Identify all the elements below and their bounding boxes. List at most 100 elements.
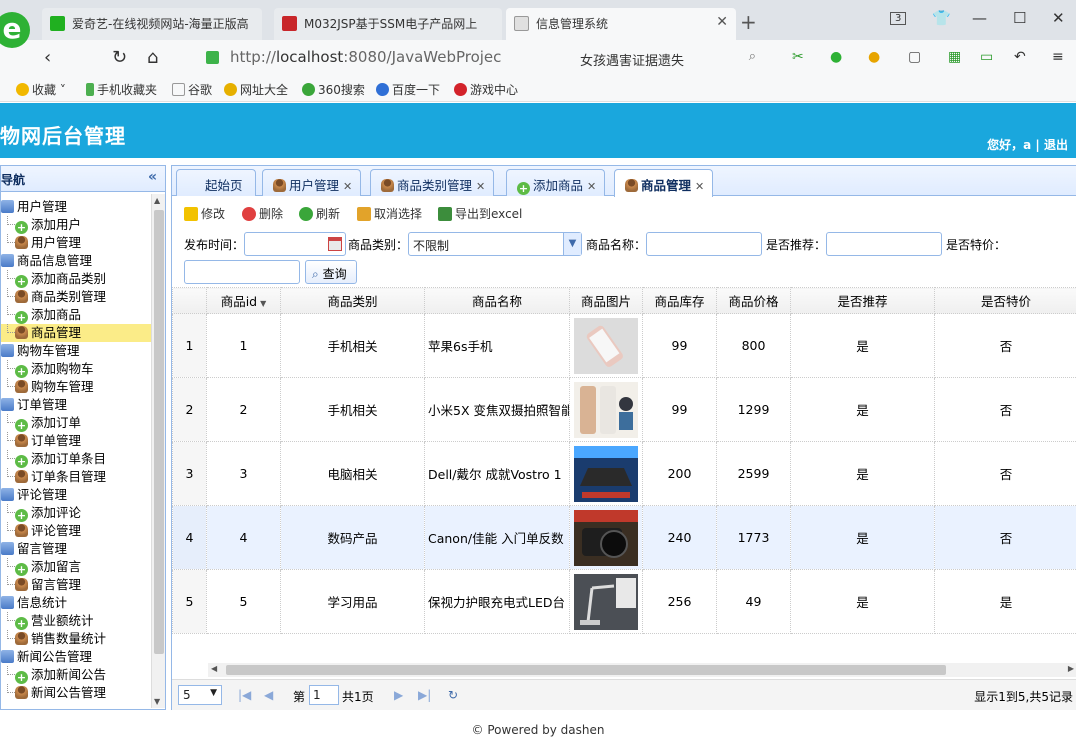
- nav-group[interactable]: 信息统计: [1, 594, 151, 612]
- column-header[interactable]: 商品图片: [569, 287, 643, 314]
- table-row[interactable]: 3 3 电脑相关 Dell/戴尔 成就Vostro 1 200 2599 是否: [172, 441, 1076, 506]
- column-header[interactable]: 是否推荐: [790, 287, 935, 314]
- search-icon[interactable]: ⌕: [749, 49, 756, 64]
- nav-item[interactable]: 留言管理: [1, 576, 151, 594]
- category-select[interactable]: 不限制 ▼: [408, 232, 582, 256]
- battery-icon[interactable]: ▭: [980, 49, 993, 65]
- cancel-select-button[interactable]: 取消选择: [357, 205, 422, 222]
- nav-item[interactable]: + 添加用户: [1, 216, 151, 234]
- page-size-select[interactable]: 5 ▼: [178, 685, 222, 705]
- hscroll-thumb[interactable]: [226, 665, 946, 675]
- nav-group[interactable]: 评论管理: [1, 486, 151, 504]
- close-tab-icon[interactable]: ✕: [587, 180, 596, 193]
- bookmark-games[interactable]: 游戏中心: [454, 81, 518, 98]
- nav-item[interactable]: 商品类别管理: [1, 288, 151, 306]
- column-header[interactable]: 商品价格: [716, 287, 791, 314]
- scissors-icon[interactable]: ✂: [792, 49, 804, 65]
- recommend-input[interactable]: [826, 232, 942, 256]
- nav-item[interactable]: + 添加订单条目: [1, 450, 151, 468]
- close-tab-icon[interactable]: ✕: [343, 180, 352, 193]
- undo-icon[interactable]: ↶: [1014, 49, 1026, 65]
- prev-page-icon[interactable]: ◀: [264, 688, 273, 702]
- table-row[interactable]: 4 4 数码产品 Canon/佳能 入门单反数 240 1773 是否: [172, 505, 1076, 570]
- special-input[interactable]: [184, 260, 300, 284]
- scroll-left-icon[interactable]: ◀: [211, 664, 217, 673]
- screenshot-icon[interactable]: ▢: [908, 49, 921, 65]
- apps-icon[interactable]: ▦: [948, 49, 961, 65]
- nav-item[interactable]: 用户管理: [1, 234, 151, 252]
- nav-item[interactable]: 商品管理: [1, 324, 151, 342]
- bookmark-mobile[interactable]: 手机收藏夹: [86, 81, 157, 98]
- publish-time-input[interactable]: [244, 232, 346, 256]
- column-header[interactable]: 商品类别: [280, 287, 425, 314]
- browser-tab-active[interactable]: 信息管理系统 ✕: [506, 8, 736, 40]
- bookmark-favorites[interactable]: 收藏 ˅: [16, 81, 66, 98]
- close-tab-icon[interactable]: ✕: [695, 180, 704, 193]
- first-page-icon[interactable]: |◀: [238, 688, 251, 702]
- edit-button[interactable]: 修改: [184, 205, 225, 222]
- product-name-input[interactable]: [646, 232, 762, 256]
- column-header[interactable]: 是否特价: [934, 287, 1076, 314]
- close-tab-icon[interactable]: ✕: [476, 180, 485, 193]
- export-excel-button[interactable]: 导出到excel: [438, 205, 522, 222]
- bookmark-hao[interactable]: 网址大全: [224, 81, 288, 98]
- last-page-icon[interactable]: ▶|: [418, 688, 431, 702]
- calendar-icon[interactable]: [328, 237, 342, 251]
- nav-group[interactable]: 订单管理: [1, 396, 151, 414]
- delete-button[interactable]: 删除: [242, 205, 283, 222]
- scroll-right-icon[interactable]: ▶: [1068, 664, 1074, 673]
- table-row[interactable]: 1 1 手机相关 苹果6s手机 99 800 是否: [172, 313, 1076, 378]
- table-row[interactable]: 2 2 手机相关 小米5X 变焦双摄拍照智能 99 1299 是否: [172, 377, 1076, 442]
- browser-search-input[interactable]: 女孩遇害证据遗失 ⌕: [572, 45, 762, 71]
- nav-item[interactable]: 订单条目管理: [1, 468, 151, 486]
- nav-item[interactable]: + 添加评论: [1, 504, 151, 522]
- nav-item[interactable]: + 营业额统计: [1, 612, 151, 630]
- tab-3[interactable]: + 添加商品 ✕: [506, 169, 606, 196]
- nav-item[interactable]: + 添加商品类别: [1, 270, 151, 288]
- tab-0[interactable]: 起始页: [176, 169, 256, 196]
- nav-group[interactable]: 留言管理: [1, 540, 151, 558]
- back-icon[interactable]: ‹: [44, 47, 51, 68]
- coin-icon[interactable]: ●: [868, 49, 880, 65]
- nav-item[interactable]: + 添加新闻公告: [1, 666, 151, 684]
- column-header[interactable]: 商品id ▼: [206, 287, 281, 314]
- column-header[interactable]: 商品名称: [424, 287, 570, 314]
- nav-item[interactable]: + 添加留言: [1, 558, 151, 576]
- page-number-input[interactable]: 1: [309, 685, 339, 705]
- nav-item[interactable]: + 添加订单: [1, 414, 151, 432]
- nav-group[interactable]: 购物车管理: [1, 342, 151, 360]
- maximize-icon[interactable]: ☐: [1013, 9, 1026, 27]
- scroll-down-icon[interactable]: ▼: [154, 697, 160, 706]
- query-button[interactable]: ⌕ 查询: [305, 260, 357, 284]
- translate-icon[interactable]: ●: [830, 49, 842, 65]
- nav-item[interactable]: 销售数量统计: [1, 630, 151, 648]
- browser-tab-project[interactable]: M032JSP基于SSM电子产品网上: [274, 8, 502, 40]
- nav-item[interactable]: + 添加购物车: [1, 360, 151, 378]
- nav-group[interactable]: 商品信息管理: [1, 252, 151, 270]
- bookmark-360[interactable]: 360搜索: [302, 81, 365, 98]
- tab-2[interactable]: 商品类别管理 ✕: [370, 169, 495, 196]
- shirt-icon[interactable]: 👕: [932, 9, 951, 27]
- close-window-icon[interactable]: ✕: [1052, 9, 1065, 27]
- table-row[interactable]: 5 5 学习用品 保视力护眼充电式LED台 256 49 是是: [172, 569, 1076, 634]
- nav-item[interactable]: 新闻公告管理: [1, 684, 151, 702]
- column-header[interactable]: 商品库存: [642, 287, 717, 314]
- bookmark-google[interactable]: 谷歌: [172, 81, 212, 98]
- nav-group[interactable]: 用户管理: [1, 198, 151, 216]
- tab-4[interactable]: 商品管理 ✕: [614, 169, 714, 197]
- sort-desc-icon[interactable]: ▼: [260, 299, 266, 308]
- home-icon[interactable]: ⌂: [147, 47, 158, 68]
- close-tab-icon[interactable]: ✕: [716, 14, 728, 30]
- scroll-up-icon[interactable]: ▲: [154, 196, 160, 205]
- reload-icon[interactable]: ↻: [112, 47, 127, 68]
- collapse-icon[interactable]: «: [148, 169, 157, 185]
- nav-scrollbar[interactable]: ▲ ▼: [151, 194, 165, 708]
- next-page-icon[interactable]: ▶: [394, 688, 403, 702]
- nav-group[interactable]: 新闻公告管理: [1, 648, 151, 666]
- chevron-down-icon[interactable]: ▼: [563, 233, 581, 255]
- nav-item[interactable]: 订单管理: [1, 432, 151, 450]
- new-tab-button[interactable]: +: [740, 10, 757, 34]
- refresh-button[interactable]: 刷新: [299, 205, 340, 222]
- tab-count-badge[interactable]: 3: [890, 12, 907, 25]
- menu-icon[interactable]: ≡: [1052, 49, 1064, 65]
